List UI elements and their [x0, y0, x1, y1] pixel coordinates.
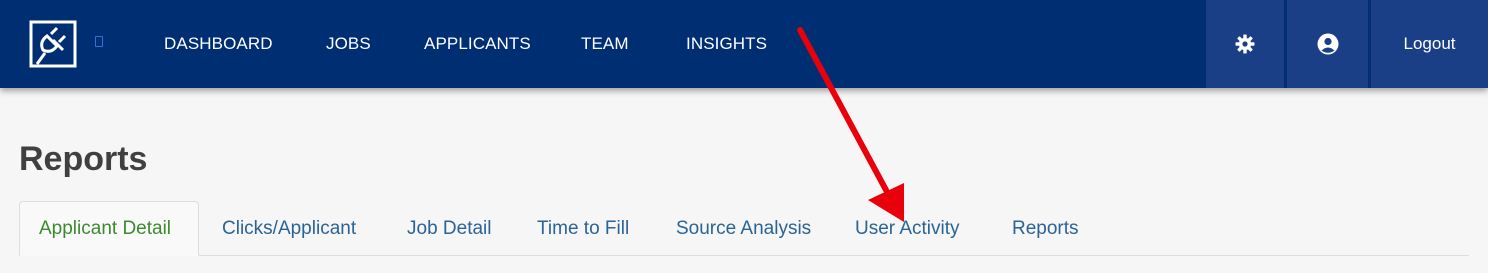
tab-reports[interactable]: Reports [1012, 201, 1079, 256]
tab-user-activity[interactable]: User Activity [855, 201, 960, 256]
nav-dashboard[interactable]: DASHBOARD [164, 34, 273, 54]
nav-team[interactable]: TEAM [581, 34, 629, 54]
tab-job-detail[interactable]: Job Detail [407, 201, 492, 256]
logout-label: Logout [1403, 34, 1456, 53]
settings-button[interactable] [1206, 0, 1284, 88]
gear-icon [1235, 34, 1255, 54]
app-logo[interactable] [29, 20, 77, 68]
tab-applicant-detail[interactable]: Applicant Detail [19, 201, 199, 256]
page-title: Reports [19, 140, 148, 178]
menu-toggle-icon[interactable] [95, 36, 103, 47]
tab-time-to-fill[interactable]: Time to Fill [537, 201, 629, 256]
nav-insights[interactable]: INSIGHTS [686, 34, 767, 54]
logout-button[interactable]: Logout [1371, 0, 1488, 88]
plug-logo-icon [29, 20, 77, 68]
nav-jobs[interactable]: JOBS [326, 34, 371, 54]
tab-clicks-applicant[interactable]: Clicks/Applicant [222, 201, 356, 256]
nav-applicants[interactable]: APPLICANTS [424, 34, 531, 54]
top-navbar: DASHBOARD JOBS APPLICANTS TEAM INSIGHTS [0, 0, 1488, 88]
user-circle-icon [1317, 33, 1338, 55]
tab-source-analysis[interactable]: Source Analysis [676, 201, 811, 256]
account-button[interactable] [1287, 0, 1368, 88]
